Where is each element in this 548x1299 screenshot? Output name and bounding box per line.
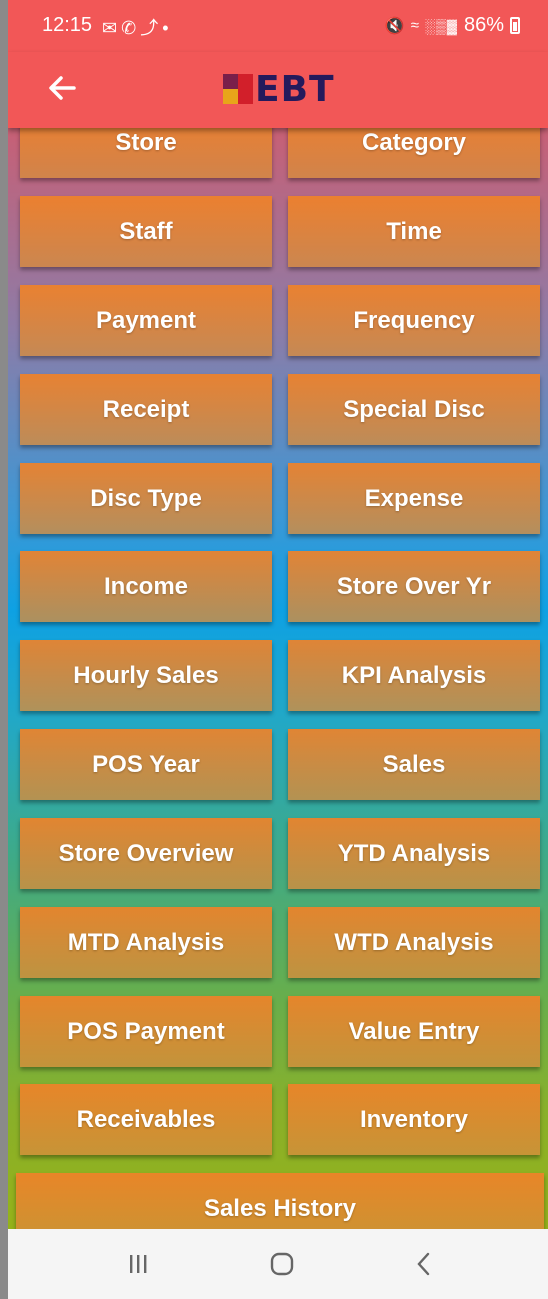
status-time: 12:15 <box>42 14 93 36</box>
disc-type-button[interactable]: Disc Type <box>20 463 272 534</box>
store-overview-button[interactable]: Store Overview <box>20 818 272 889</box>
ytd-analysis-button[interactable]: YTD Analysis <box>288 818 540 889</box>
inventory-button[interactable]: Inventory <box>288 1084 540 1155</box>
status-right: 🔇 ≈ ░▒▓ 86% <box>385 14 520 37</box>
sales-button[interactable]: Sales <box>288 729 540 800</box>
notification-icons: ✉✆⤴• <box>102 14 173 40</box>
receivables-button[interactable]: Receivables <box>20 1084 272 1155</box>
special-disc-button[interactable]: Special Disc <box>288 374 540 445</box>
pos-payment-button[interactable]: POS Payment <box>20 996 272 1067</box>
app-screen: Store Category Staff Time Payment Freque… <box>8 0 548 1299</box>
app-bar: EBT <box>8 52 548 128</box>
receipt-button[interactable]: Receipt <box>20 374 272 445</box>
arrow-left-icon[interactable] <box>44 70 80 106</box>
missed-call-icon: ⤴ <box>140 18 163 38</box>
gmail-icon: ✉ <box>102 18 122 38</box>
expense-button[interactable]: Expense <box>288 463 540 534</box>
value-entry-button[interactable]: Value Entry <box>288 996 540 1067</box>
signal-icon: ░▒▓ <box>424 17 458 34</box>
back-chevron-icon[interactable] <box>404 1249 444 1279</box>
ebt-logo: EBT <box>223 68 335 110</box>
home-icon[interactable] <box>262 1249 302 1279</box>
hourly-sales-button[interactable]: Hourly Sales <box>20 640 272 711</box>
battery-icon <box>510 17 520 34</box>
income-button[interactable]: Income <box>20 551 272 622</box>
system-nav-bar <box>8 1229 548 1299</box>
logo-text: EBT <box>255 68 335 110</box>
wifi-icon: ≈ <box>410 17 419 34</box>
status-bar: 12:15 ✉✆⤴• 🔇 ≈ ░▒▓ 86% <box>8 0 548 52</box>
time-button[interactable]: Time <box>288 196 540 267</box>
store-over-yr-button[interactable]: Store Over Yr <box>288 551 540 622</box>
frequency-button[interactable]: Frequency <box>288 285 540 356</box>
mute-icon: 🔇 <box>384 17 405 35</box>
dot-icon: • <box>162 18 173 38</box>
wtd-analysis-button[interactable]: WTD Analysis <box>288 907 540 978</box>
kpi-analysis-button[interactable]: KPI Analysis <box>288 640 540 711</box>
payment-button[interactable]: Payment <box>20 285 272 356</box>
recents-icon[interactable] <box>118 1249 158 1279</box>
battery-percent: 86% <box>463 14 504 36</box>
staff-button[interactable]: Staff <box>20 196 272 267</box>
logo-mark-icon <box>223 74 253 104</box>
whatsapp-icon: ✆ <box>121 18 141 38</box>
pos-year-button[interactable]: POS Year <box>20 729 272 800</box>
mtd-analysis-button[interactable]: MTD Analysis <box>20 907 272 978</box>
